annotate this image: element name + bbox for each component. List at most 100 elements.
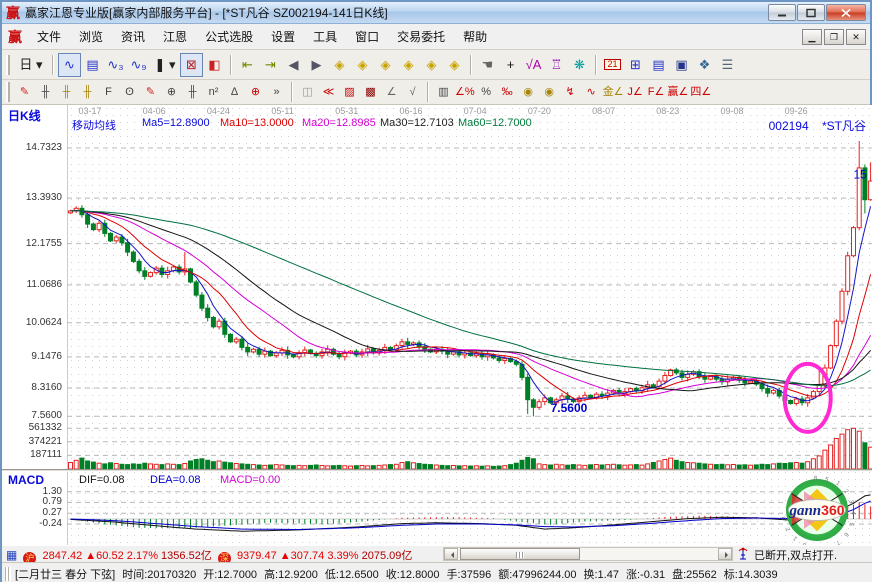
gold-circle2-icon[interactable]: ◉ — [539, 82, 560, 102]
spiral-icon[interactable]: ʘ — [119, 82, 140, 102]
gann-vlines-icon[interactable]: ╫ — [35, 82, 56, 102]
scroll-left-arrow[interactable] — [444, 548, 458, 560]
menu-item-6[interactable]: 工具 — [304, 25, 346, 48]
hash-cycle-icon[interactable]: ╫ — [182, 82, 203, 102]
f-angle-icon[interactable]: F∠ — [646, 82, 667, 102]
crosshair-tool-icon[interactable]: + — [499, 53, 522, 77]
calendar-grid-icon[interactable]: ▦ — [6, 548, 17, 562]
gold-angle-icon[interactable]: 金∠ — [602, 82, 625, 102]
more-chevron-icon-glyph: » — [273, 87, 279, 98]
menu-item-7[interactable]: 窗口 — [346, 25, 388, 48]
minimize-button[interactable] — [768, 4, 796, 21]
logo-rim-digit: 4 — [850, 511, 856, 514]
last-bar-icon[interactable]: ⇥ — [259, 53, 282, 77]
menu-item-9[interactable]: 帮助 — [454, 25, 496, 48]
percent-drop-icon[interactable]: ∠% — [454, 82, 476, 102]
candle-style-dropdown-glyph: ❚ ▾ — [154, 58, 175, 71]
four-angle-icon[interactable]: 四∠ — [689, 82, 712, 102]
horizontal-scrollbar[interactable] — [443, 547, 733, 561]
wave9-icon[interactable]: ∿₉ — [127, 53, 150, 77]
right-price-annotation: 15 — [854, 168, 868, 182]
notebook-icon[interactable]: ▤ — [647, 53, 670, 77]
candles-layer — [69, 141, 872, 416]
percent-icon[interactable]: % — [476, 82, 497, 102]
gold-cycle-icon[interactable]: ╫ — [56, 82, 77, 102]
wave3-icon[interactable]: ∿₃ — [104, 53, 127, 77]
j-angle-icon[interactable]: J∠ — [625, 82, 646, 102]
win-angle-icon[interactable]: 赢∠ — [667, 82, 690, 102]
gann-expand-right-icon[interactable]: ◈ — [351, 53, 374, 77]
trend-zigzag-icon[interactable]: ∿ — [58, 53, 81, 77]
close-button[interactable] — [826, 4, 866, 21]
grid-box-icon[interactable]: ◫ — [297, 82, 318, 102]
toolbar-drag-handle2[interactable] — [6, 82, 10, 102]
network-icon[interactable]: ❖ — [693, 53, 716, 77]
color-volume-icon[interactable]: ◧ — [203, 53, 226, 77]
menu-item-1[interactable]: 浏览 — [70, 25, 112, 48]
mdi-minimize-button[interactable]: ▁ — [802, 29, 822, 45]
target-icon[interactable]: ⊕ — [245, 82, 266, 102]
a-line-icon[interactable]: ∆ — [224, 82, 245, 102]
menu-item-5[interactable]: 设置 — [262, 25, 304, 48]
stamp-tool-icon[interactable]: ♖ — [545, 53, 568, 77]
candle-style-dropdown[interactable]: ❚ ▾ — [150, 53, 180, 77]
gann-compress-all-icon[interactable]: ◈ — [443, 53, 466, 77]
gold-circle-icon[interactable]: ◉ — [518, 82, 539, 102]
f10-info-icon[interactable]: ▤ — [81, 53, 104, 77]
connection-antenna-icon — [736, 546, 750, 563]
menu-item-0[interactable]: 文件 — [28, 25, 70, 48]
date-tick-05-31: 05-31 — [327, 106, 367, 116]
percent-drop-icon-glyph: ∠% — [455, 87, 475, 98]
period-daily-dropdown[interactable]: 日 ▾ — [14, 53, 48, 77]
printer-icon[interactable]: ☰ — [716, 53, 739, 77]
date-tick-06-16: 06-16 — [391, 106, 431, 116]
angle-fan-icon[interactable]: ∠ — [381, 82, 402, 102]
gann-expand-left-icon[interactable]: ◈ — [328, 53, 351, 77]
more-chevron-icon[interactable]: » — [266, 82, 287, 102]
check-line-icon[interactable]: √ — [402, 82, 423, 102]
gann-expand-h-icon[interactable]: ◈ — [374, 53, 397, 77]
circle-cycle-icon[interactable]: ⊕ — [161, 82, 182, 102]
next-bar-icon[interactable]: ▶ — [305, 53, 328, 77]
volume-axis-label: 561332 — [2, 422, 62, 433]
logo-text-360: 360 — [821, 502, 844, 518]
hand-tool-icon[interactable]: ☚ — [476, 53, 499, 77]
first-bar-icon[interactable]: ⇤ — [236, 53, 259, 77]
f-line-icon[interactable]: F — [98, 82, 119, 102]
percent-lines-icon-glyph: ‰ — [502, 87, 513, 98]
menu-item-2[interactable]: 资讯 — [112, 25, 154, 48]
menu-item-3[interactable]: 江恩 — [154, 25, 196, 48]
scroll-right-arrow[interactable] — [718, 548, 732, 560]
pattern-box-icon[interactable]: ⊠ — [180, 53, 203, 77]
lightning-icon[interactable]: ↯ — [560, 82, 581, 102]
maximize-button[interactable] — [797, 4, 825, 21]
pen-tool-icon[interactable]: ✎ — [14, 82, 35, 102]
save-icon[interactable]: ▣ — [670, 53, 693, 77]
mdi-restore-button[interactable]: ❐ — [824, 29, 844, 45]
logo-rim-digit: 3 — [847, 499, 854, 504]
gold-cycle2-icon[interactable]: ╫ — [77, 82, 98, 102]
calculator-icon[interactable]: ⊞ — [624, 53, 647, 77]
scrollbar-thumb[interactable] — [460, 548, 580, 560]
save-icon-glyph: ▣ — [675, 58, 687, 71]
n-square-icon[interactable]: n² — [203, 82, 224, 102]
connection-status[interactable]: 已断开,双点打开. — [754, 547, 837, 563]
menu-item-8[interactable]: 交易委托 — [388, 25, 454, 48]
wave-tool-icon[interactable]: ∿ — [581, 82, 602, 102]
toolbar-drag-handle[interactable] — [6, 55, 10, 75]
gann-expand-all-icon[interactable]: ◈ — [420, 53, 443, 77]
gann-compress-h-icon[interactable]: ◈ — [397, 53, 420, 77]
count-bars-icon[interactable]: ▥ — [433, 82, 454, 102]
red-grid-icon[interactable]: ▨ — [339, 82, 360, 102]
menu-item-4[interactable]: 公式选股 — [196, 25, 262, 48]
mdi-close-button[interactable]: ✕ — [846, 29, 866, 45]
pen-angle-icon[interactable]: ✎ — [140, 82, 161, 102]
macd-axis-label: -0.24 — [2, 518, 62, 529]
prev-bar-icon[interactable]: ◀ — [282, 53, 305, 77]
mark-a-tool-icon[interactable]: √A — [522, 53, 545, 77]
ray-fan-icon[interactable]: ≪ — [318, 82, 339, 102]
calendar-icon[interactable]: 21 — [601, 53, 624, 77]
dark-grid-icon[interactable]: ▩ — [360, 82, 381, 102]
percent-lines-icon[interactable]: ‰ — [497, 82, 518, 102]
chan-tool-icon[interactable]: ❋ — [568, 53, 591, 77]
